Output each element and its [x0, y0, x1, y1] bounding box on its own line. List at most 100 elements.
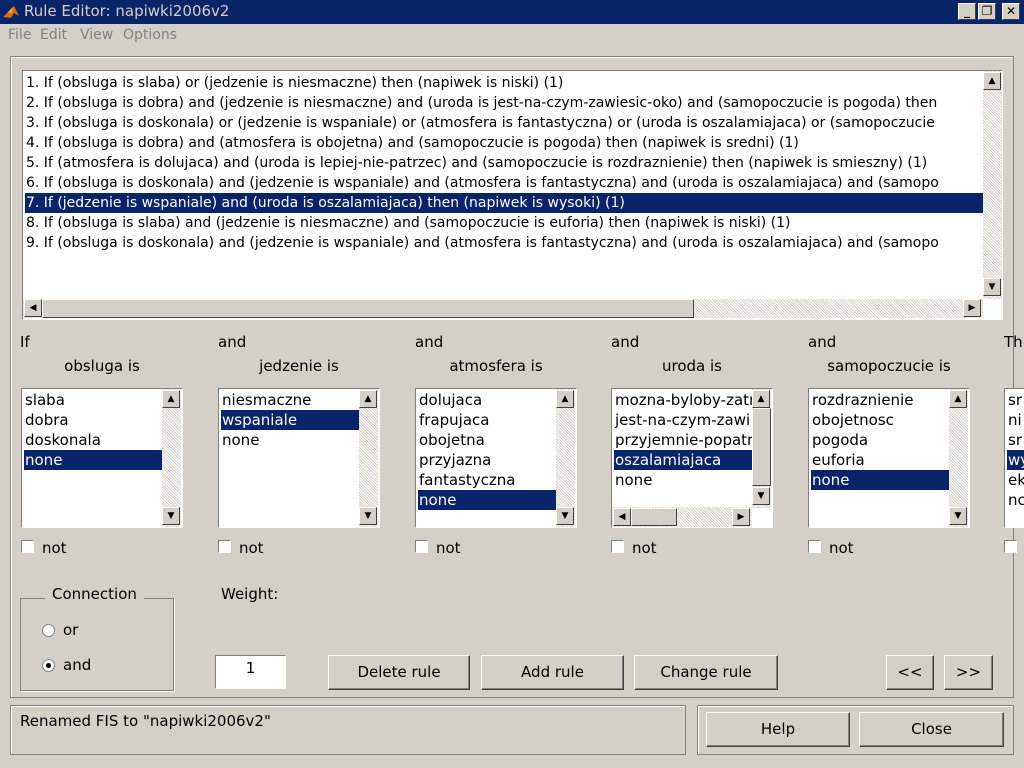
option-item[interactable]: niesmaczne [221, 390, 360, 410]
option-item[interactable]: ni [1007, 410, 1024, 430]
option-item[interactable]: doskonala [24, 430, 163, 450]
option-item[interactable]: none [221, 430, 360, 450]
option-item[interactable]: pogoda [811, 430, 950, 450]
samopoczucie-listbox[interactable]: rozdraznienie obojetnosc pogoda euforia … [808, 388, 970, 528]
option-item[interactable]: rozdraznienie [811, 390, 950, 410]
menu-options[interactable]: Options [123, 27, 177, 43]
previous-button[interactable]: << [886, 655, 934, 690]
change-rule-button[interactable]: Change rule [634, 655, 778, 690]
rule-item[interactable]: 8. If (obsluga is slaba) and (jedzenie i… [25, 213, 984, 233]
rule-item[interactable]: 6. If (obsluga is doskonala) and (jedzen… [25, 173, 984, 193]
scroll-up-button[interactable]: ▲ [359, 390, 377, 408]
close-window-button[interactable]: ✕ [1002, 3, 1020, 20]
rules-horizontal-scrollbar[interactable]: ◀ ▶ [23, 299, 983, 318]
option-item[interactable]: frapujaca [418, 410, 557, 430]
option-item[interactable]: przyjemnie-popatrz [614, 430, 753, 450]
scroll-right-button[interactable]: ▶ [732, 508, 750, 526]
jedzenie-listbox[interactable]: niesmaczne wspaniale none ▲ ▼ [218, 388, 380, 528]
option-item[interactable]: mozna-byloby-zatr [614, 390, 753, 410]
option-item[interactable]: sr [1007, 390, 1024, 410]
option-item[interactable]: dobra [24, 410, 163, 430]
scroll-thumb[interactable] [631, 508, 677, 526]
option-item-selected[interactable]: none [24, 450, 163, 470]
option-item[interactable]: sr [1007, 430, 1024, 450]
option-item-selected[interactable]: none [811, 470, 950, 490]
option-item[interactable]: dolujaca [418, 390, 557, 410]
checkbox-box[interactable] [808, 540, 821, 553]
scroll-up-button[interactable]: ▲ [983, 72, 1001, 90]
option-item-selected[interactable]: wspaniale [221, 410, 360, 430]
scroll-down-button[interactable]: ▼ [752, 487, 770, 505]
menu-edit[interactable]: Edit [40, 27, 67, 43]
listbox-horizontal-scrollbar[interactable]: ◀ ▶ [612, 507, 752, 527]
delete-rule-button[interactable]: Delete rule [328, 655, 470, 690]
arrow-up-icon: ▲ [364, 394, 372, 404]
option-item[interactable]: obojetna [418, 430, 557, 450]
option-item[interactable]: euforia [811, 450, 950, 470]
option-item[interactable]: none [614, 470, 753, 490]
rules-listbox[interactable]: 1. If (obsluga is slaba) or (jedzenie is… [22, 70, 1003, 320]
option-item[interactable]: jest-na-czym-zawi [614, 410, 753, 430]
option-item[interactable]: fantastyczna [418, 470, 557, 490]
scroll-down-button[interactable]: ▼ [983, 278, 1001, 296]
listbox-scrollbar[interactable]: ▲ ▼ [752, 389, 771, 508]
scroll-up-button[interactable]: ▲ [162, 390, 180, 408]
scroll-thumb[interactable] [42, 299, 694, 318]
option-item-selected[interactable]: oszalamiajaca [614, 450, 753, 470]
radio-button[interactable] [42, 624, 55, 637]
listbox-scrollbar[interactable]: ▲ ▼ [359, 389, 378, 527]
scroll-left-button[interactable]: ◀ [24, 299, 42, 317]
rule-item[interactable]: 5. If (atmosfera is dolujaca) and (uroda… [25, 153, 984, 173]
option-item[interactable]: przyjazna [418, 450, 557, 470]
checkbox-box[interactable] [611, 540, 624, 553]
option-item[interactable]: nc [1007, 490, 1024, 510]
option-item[interactable]: obojetnosc [811, 410, 950, 430]
scroll-up-button[interactable]: ▲ [752, 390, 770, 408]
checkbox-box[interactable] [218, 540, 231, 553]
rule-item-selected[interactable]: 7. If (jedzenie is wspaniale) and (uroda… [25, 193, 984, 213]
listbox-scrollbar[interactable]: ▲ ▼ [162, 389, 181, 527]
option-item[interactable]: ek [1007, 470, 1024, 490]
rule-item[interactable]: 1. If (obsluga is slaba) or (jedzenie is… [25, 73, 984, 93]
scroll-left-button[interactable]: ◀ [613, 508, 631, 526]
checkbox-box[interactable] [415, 540, 428, 553]
rule-item[interactable]: 2. If (obsluga is dobra) and (jedzenie i… [25, 93, 984, 113]
atmosfera-listbox[interactable]: dolujaca frapujaca obojetna przyjazna fa… [415, 388, 577, 528]
scroll-down-button[interactable]: ▼ [556, 507, 574, 525]
rules-vertical-scrollbar[interactable]: ▲ ▼ [983, 71, 1002, 299]
scroll-right-button[interactable]: ▶ [963, 299, 981, 317]
help-button[interactable]: Help [706, 712, 850, 747]
variable-label-jedzenie: jedzenie is [259, 357, 339, 375]
option-item[interactable]: slaba [24, 390, 163, 410]
listbox-scrollbar[interactable]: ▲ ▼ [949, 389, 968, 527]
rule-item[interactable]: 4. If (obsluga is dobra) and (atmosfera … [25, 133, 984, 153]
rule-item[interactable]: 3. If (obsluga is doskonala) or (jedzeni… [25, 113, 984, 133]
restore-icon: ❐ [981, 4, 993, 18]
option-item-selected[interactable]: none [418, 490, 557, 510]
scroll-down-button[interactable]: ▼ [949, 507, 967, 525]
scroll-up-button[interactable]: ▲ [556, 390, 574, 408]
scroll-down-button[interactable]: ▼ [162, 507, 180, 525]
scroll-thumb[interactable] [752, 408, 771, 486]
scroll-up-button[interactable]: ▲ [949, 390, 967, 408]
radio-or[interactable]: or [42, 621, 122, 639]
checkbox-box[interactable] [21, 540, 34, 553]
add-rule-button[interactable]: Add rule [481, 655, 624, 690]
close-button[interactable]: Close [859, 712, 1004, 747]
scroll-down-button[interactable]: ▼ [359, 507, 377, 525]
radio-button-checked[interactable] [42, 659, 55, 672]
menu-view[interactable]: View [80, 27, 113, 43]
rule-item[interactable]: 9. If (obsluga is doskonala) and (jedzen… [25, 233, 984, 253]
obsluga-listbox[interactable]: slaba dobra doskonala none ▲ ▼ [21, 388, 183, 528]
weight-input[interactable]: 1 [215, 655, 286, 689]
minimize-button[interactable]: _ [958, 3, 976, 20]
listbox-scrollbar[interactable]: ▲ ▼ [556, 389, 575, 527]
radio-and[interactable]: and [42, 656, 122, 674]
uroda-listbox[interactable]: mozna-byloby-zatr jest-na-czym-zawi przy… [611, 388, 773, 528]
napiwek-listbox[interactable]: sr ni sr wy ek nc [1004, 388, 1024, 528]
next-button[interactable]: >> [944, 655, 993, 690]
checkbox-box[interactable] [1004, 540, 1017, 553]
option-item-selected[interactable]: wy [1007, 450, 1024, 470]
restore-button[interactable]: ❐ [978, 3, 996, 20]
menu-file[interactable]: File [8, 27, 31, 43]
